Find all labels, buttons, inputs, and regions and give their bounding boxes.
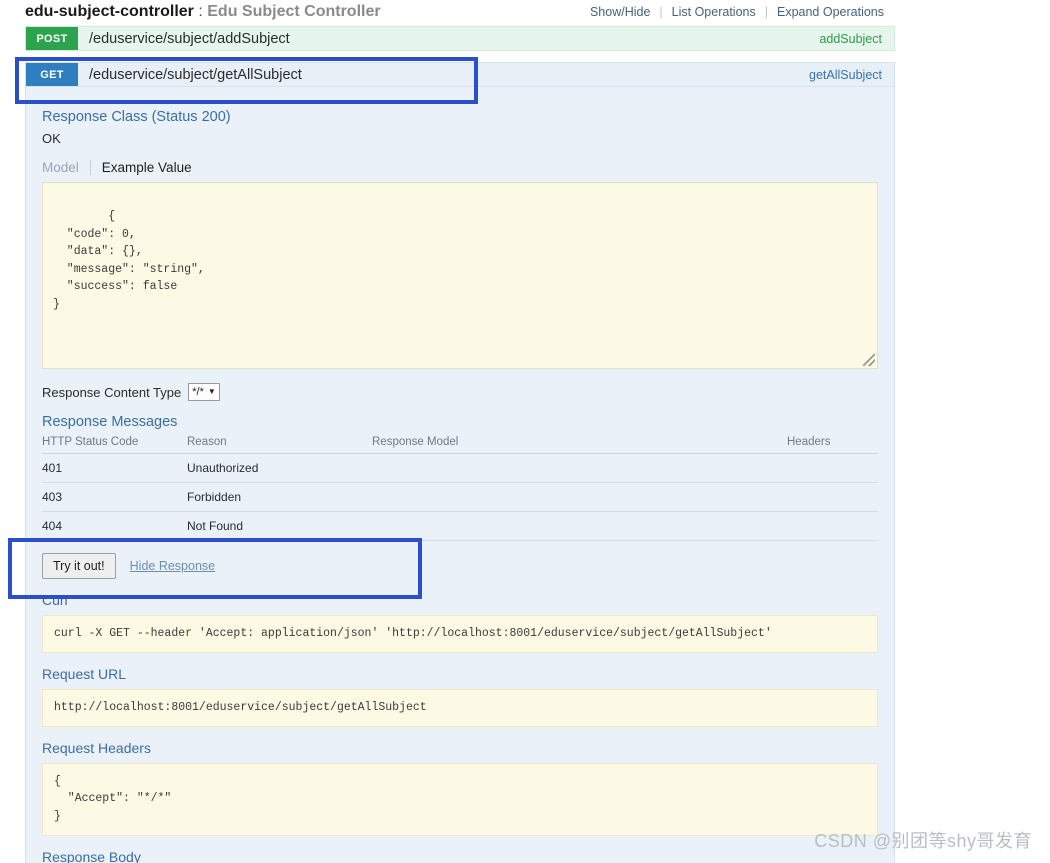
cell-response-model <box>372 511 787 541</box>
response-body-title: Response Body <box>42 849 141 863</box>
tab-model[interactable]: Model <box>42 160 90 175</box>
cell-headers <box>787 482 878 512</box>
response-content-type-value: */* <box>192 386 204 398</box>
response-class-title: Response Class (Status 200) <box>42 109 231 125</box>
hide-response-link[interactable]: Hide Response <box>130 559 215 573</box>
try-it-out-row: Try it out! Hide Response <box>42 553 878 579</box>
list-operations-link[interactable]: List Operations <box>663 5 765 19</box>
cell-headers <box>787 453 878 483</box>
response-content-type-select[interactable]: */* ▼ <box>188 383 220 401</box>
table-row: 404 Not Found <box>42 511 878 541</box>
example-value-text: { "code": 0, "data": {}, "message": "str… <box>53 210 205 311</box>
show-hide-link[interactable]: Show/Hide <box>581 5 659 19</box>
cell-status-code: 404 <box>42 511 187 541</box>
table-header-row: HTTP Status Code Reason Response Model H… <box>42 433 878 454</box>
column-headers: Headers <box>787 433 878 454</box>
response-content-type-label: Response Content Type <box>42 384 182 400</box>
controller-name: edu-subject-controller <box>25 3 194 20</box>
cell-reason: Forbidden <box>187 482 372 512</box>
operation-row-addSubject[interactable]: POST /eduservice/subject/addSubject addS… <box>25 26 895 51</box>
table-row: 403 Forbidden <box>42 482 878 512</box>
controller-description: Edu Subject Controller <box>207 3 381 20</box>
chevron-down-icon: ▼ <box>207 387 216 396</box>
resize-handle-icon[interactable] <box>863 354 875 366</box>
curl-title: Curl <box>42 592 68 608</box>
cell-response-model <box>372 482 787 512</box>
column-reason: Reason <box>187 433 372 454</box>
title-separator: : <box>193 3 208 20</box>
cell-reason: Not Found <box>187 511 372 541</box>
try-it-out-button[interactable]: Try it out! <box>42 553 116 579</box>
operation-nickname-addSubject[interactable]: addSubject <box>819 32 894 46</box>
operation-path-addSubject[interactable]: /eduservice/subject/addSubject <box>89 31 290 47</box>
header-links: Show/Hide | List Operations | Expand Ope… <box>581 5 895 19</box>
cell-status-code: 403 <box>42 482 187 512</box>
operation-path-getAllSubject[interactable]: /eduservice/subject/getAllSubject <box>89 67 302 83</box>
cell-headers <box>787 511 878 541</box>
http-method-badge-get: GET <box>26 63 78 86</box>
cell-response-model <box>372 453 787 483</box>
column-response-model: Response Model <box>372 433 787 454</box>
request-headers-title: Request Headers <box>42 739 151 756</box>
example-value-box[interactable]: { "code": 0, "data": {}, "message": "str… <box>42 182 878 369</box>
response-messages-table: HTTP Status Code Reason Response Model H… <box>42 433 878 541</box>
controller-title: edu-subject-controller : Edu Subject Con… <box>25 3 381 21</box>
column-http-status-code: HTTP Status Code <box>42 433 187 454</box>
tab-example-value[interactable]: Example Value <box>89 160 203 175</box>
cell-status-code: 401 <box>42 453 187 483</box>
request-headers-box: { "Accept": "*/*" } <box>42 762 878 837</box>
response-class-status: OK <box>42 131 61 146</box>
controller-header: edu-subject-controller : Edu Subject Con… <box>0 0 895 24</box>
table-row: 401 Unauthorized <box>42 453 878 483</box>
operation-row-getAllSubject[interactable]: GET /eduservice/subject/getAllSubject ge… <box>25 62 895 87</box>
operation-detail-panel: Response Class (Status 200) OK Model Exa… <box>25 87 895 863</box>
response-messages-title: Response Messages <box>42 414 178 430</box>
expand-operations-link[interactable]: Expand Operations <box>768 5 893 19</box>
swagger-ui-page: edu-subject-controller : Edu Subject Con… <box>0 0 1050 863</box>
request-url-title: Request URL <box>42 665 127 682</box>
curl-command-box: curl -X GET --header 'Accept: applicatio… <box>42 615 878 653</box>
http-method-badge-post: POST <box>26 27 78 50</box>
request-url-box: http://localhost:8001/eduservice/subject… <box>42 688 878 727</box>
operation-nickname-getAllSubject[interactable]: getAllSubject <box>809 68 894 82</box>
cell-reason: Unauthorized <box>187 453 372 483</box>
model-example-tabs: Model Example Value <box>42 160 878 175</box>
csdn-watermark: CSDN @别团等shy哥发育 <box>814 831 1032 851</box>
response-content-type-row: Response Content Type */* ▼ <box>42 383 878 401</box>
